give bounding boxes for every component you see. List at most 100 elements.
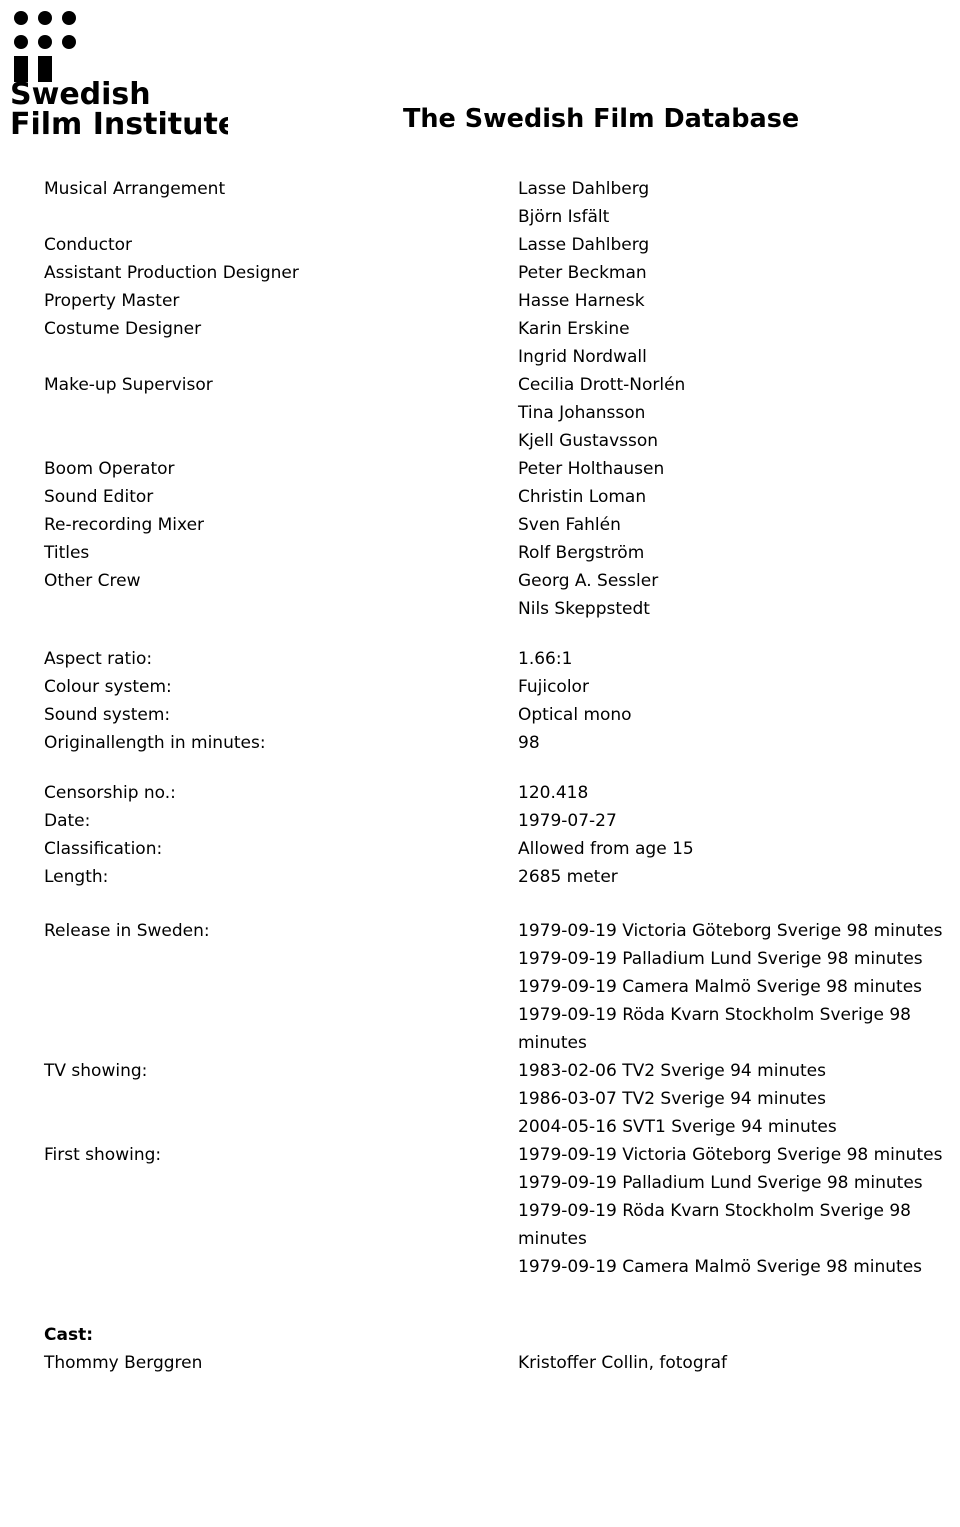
release-entry: 1979-09-19 Palladium Lund Sverige 98 min…: [518, 1173, 923, 1193]
credit-value: Tina Johansson: [518, 403, 646, 423]
cast-actor-name: Thommy Berggren: [44, 1353, 203, 1373]
credit-row: Björn Isfält: [0, 203, 960, 231]
cast-heading-label: Cast:: [44, 1325, 93, 1345]
cast-heading: Cast:: [0, 1321, 960, 1349]
release-entry: 1979-09-19 Camera Malmö Sverige 98 minut…: [518, 1257, 923, 1277]
cast-role-name: Kristoffer Collin, fotograf: [518, 1353, 728, 1373]
credit-value: Lasse Dahlberg: [518, 235, 650, 255]
credit-value: Ingrid Nordwall: [518, 347, 647, 367]
spec-value: Optical mono: [518, 705, 632, 725]
release-label: First showing:: [44, 1145, 162, 1165]
spec-row: Colour system: Fujicolor: [0, 673, 960, 701]
spec-value: 1.66:1: [518, 649, 573, 669]
release-entry: 1979-09-19 Victoria Göteborg Sverige 98 …: [518, 921, 943, 941]
release-label: TV showing:: [44, 1061, 148, 1081]
spec-value: 2685 meter: [518, 867, 618, 887]
release-values: 1979-09-19 Victoria Göteborg Sverige 98 …: [518, 917, 960, 1057]
credit-label: Make-up Supervisor: [44, 375, 213, 395]
release-entry: 1986-03-07 TV2 Sverige 94 minutes: [518, 1089, 826, 1109]
spec-row: Date: 1979-07-27: [0, 807, 960, 835]
spec-row: Classification: Allowed from age 15: [0, 835, 960, 863]
release-entry: 1983-02-06 TV2 Sverige 94 minutes: [518, 1061, 826, 1081]
spec-value: Allowed from age 15: [518, 839, 694, 859]
credit-row: Assistant Production Designer Peter Beck…: [0, 259, 960, 287]
credit-value: Sven Fahlén: [518, 515, 621, 535]
release-entry: 1979-09-19 Röda Kvarn Stockholm Sverige …: [518, 1005, 911, 1053]
release-entry: 1979-09-19 Victoria Göteborg Sverige 98 …: [518, 1145, 943, 1165]
credit-row: Costume Designer Karin Erskine: [0, 315, 960, 343]
cast-section: Cast: Thommy Berggren Kristoffer Collin,…: [0, 1321, 960, 1377]
page-content: Musical Arrangement Lasse Dahlberg Björn…: [0, 175, 960, 1377]
credit-label: Sound Editor: [44, 487, 154, 507]
release-row: First showing: 1979-09-19 Victoria Göteb…: [0, 1141, 960, 1281]
page-title: The Swedish Film Database: [403, 104, 800, 134]
technical-specs: Aspect ratio: 1.66:1 Colour system: Fuji…: [0, 645, 960, 757]
credit-label: Property Master: [44, 291, 180, 311]
spec-value: 1979-07-27: [518, 811, 617, 831]
spec-value: 98: [518, 733, 540, 753]
credit-value: Nils Skeppstedt: [518, 599, 650, 619]
spec-label: Censorship no.:: [44, 783, 176, 803]
credit-row: Titles Rolf Bergström: [0, 539, 960, 567]
credit-value: Kjell Gustavsson: [518, 431, 659, 451]
credit-row: Ingrid Nordwall: [0, 343, 960, 371]
credit-row: Sound Editor Christin Loman: [0, 483, 960, 511]
spec-label: Originallength in minutes:: [44, 733, 266, 753]
release-label: Release in Sweden:: [44, 921, 210, 941]
credit-value: Peter Holthausen: [518, 459, 665, 479]
release-row: TV showing: 1983-02-06 TV2 Sverige 94 mi…: [0, 1057, 960, 1141]
svg-text:Film Institute: Film Institute: [10, 107, 228, 142]
credit-row: Conductor Lasse Dahlberg: [0, 231, 960, 259]
credit-value: Christin Loman: [518, 487, 647, 507]
release-entry: 1979-09-19 Camera Malmö Sverige 98 minut…: [518, 977, 923, 997]
credits-list: Musical Arrangement Lasse Dahlberg Björn…: [0, 175, 960, 623]
credit-row: Make-up Supervisor Cecilia Drott-Norlén: [0, 371, 960, 399]
credit-value: Cecilia Drott-Norlén: [518, 375, 686, 395]
cast-row: Thommy Berggren Kristoffer Collin, fotog…: [0, 1349, 960, 1377]
credit-label: Other Crew: [44, 571, 141, 591]
credit-value: Lasse Dahlberg: [518, 179, 650, 199]
spec-row: Censorship no.: 120.418: [0, 779, 960, 807]
credit-value: Karin Erskine: [518, 319, 630, 339]
spec-label: Length:: [44, 867, 109, 887]
spec-row: Length: 2685 meter: [0, 863, 960, 891]
credit-row: Other Crew Georg A. Sessler: [0, 567, 960, 595]
credit-label: Conductor: [44, 235, 133, 255]
spec-value: 120.418: [518, 783, 589, 803]
credit-label: Boom Operator: [44, 459, 175, 479]
credit-value: Björn Isfält: [518, 207, 610, 227]
spec-row: Aspect ratio: 1.66:1: [0, 645, 960, 673]
document-page: Swedish Film Institute The Swedish Film …: [0, 0, 960, 1527]
spec-label: Aspect ratio:: [44, 649, 153, 669]
credit-row: Musical Arrangement Lasse Dahlberg: [0, 175, 960, 203]
credit-value: Hasse Harnesk: [518, 291, 645, 311]
release-entry: 1979-09-19 Palladium Lund Sverige 98 min…: [518, 949, 923, 969]
release-entry: 2004-05-16 SVT1 Sverige 94 minutes: [518, 1117, 837, 1137]
credit-row: Property Master Hasse Harnesk: [0, 287, 960, 315]
spec-label: Sound system:: [44, 705, 171, 725]
credit-value: Rolf Bergström: [518, 543, 645, 563]
censorship-specs: Censorship no.: 120.418 Date: 1979-07-27…: [0, 779, 960, 891]
spec-row: Sound system: Optical mono: [0, 701, 960, 729]
spec-row: Originallength in minutes: 98: [0, 729, 960, 757]
credit-row: Re-recording Mixer Sven Fahlén: [0, 511, 960, 539]
credit-value: Peter Beckman: [518, 263, 647, 283]
release-values: 1983-02-06 TV2 Sverige 94 minutes 1986-0…: [518, 1057, 960, 1141]
release-row: Release in Sweden: 1979-09-19 Victoria G…: [0, 917, 960, 1057]
swedish-film-institute-logo: Swedish Film Institute: [8, 4, 228, 144]
credit-label: Re-recording Mixer: [44, 515, 205, 535]
credit-row: Tina Johansson: [0, 399, 960, 427]
credit-label: Musical Arrangement: [44, 179, 226, 199]
spec-value: Fujicolor: [518, 677, 589, 697]
credit-label: Assistant Production Designer: [44, 263, 299, 283]
spec-label: Colour system:: [44, 677, 172, 697]
credit-row: Kjell Gustavsson: [0, 427, 960, 455]
spec-label: Classification:: [44, 839, 163, 859]
credit-row: Nils Skeppstedt: [0, 595, 960, 623]
credit-label: Costume Designer: [44, 319, 202, 339]
credit-row: Boom Operator Peter Holthausen: [0, 455, 960, 483]
credit-value: Georg A. Sessler: [518, 571, 659, 591]
release-values: 1979-09-19 Victoria Göteborg Sverige 98 …: [518, 1141, 960, 1281]
release-info: Release in Sweden: 1979-09-19 Victoria G…: [0, 917, 960, 1281]
page-header: Swedish Film Institute The Swedish Film …: [0, 0, 960, 175]
